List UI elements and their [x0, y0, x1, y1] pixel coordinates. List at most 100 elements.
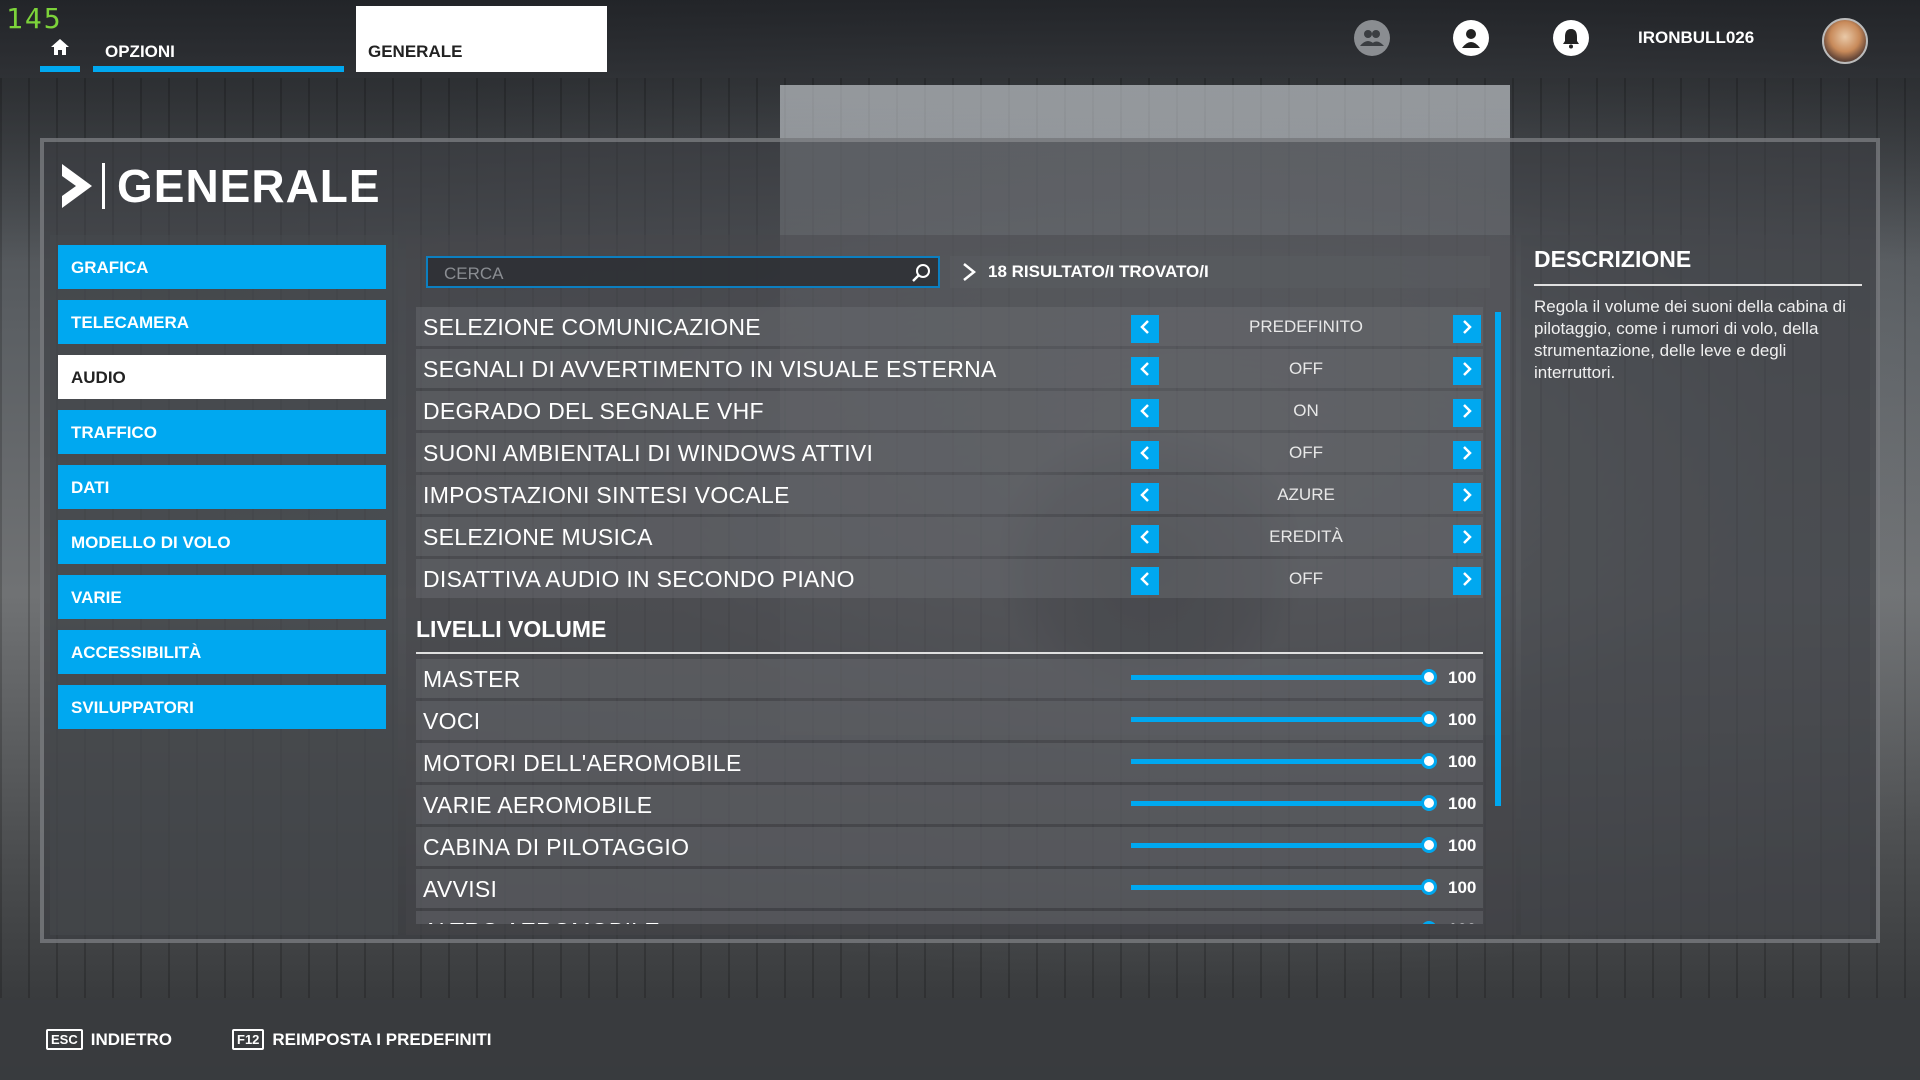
scrollbar[interactable]: [1495, 312, 1501, 806]
esc-key-icon: ESC: [46, 1029, 83, 1050]
chevron-right-icon: [1462, 571, 1472, 591]
volume-slider-track[interactable]: [1131, 801, 1431, 806]
option-row[interactable]: SELEZIONE MUSICA EREDITÀ: [416, 517, 1483, 556]
volume-slider-track[interactable]: [1131, 717, 1431, 722]
volume-slider-handle[interactable]: [1421, 669, 1437, 685]
chevron-left-icon: [1140, 571, 1150, 591]
fps-counter: 145: [6, 2, 63, 35]
volume-slider-handle[interactable]: [1421, 879, 1437, 895]
previous-value-button[interactable]: [1131, 315, 1159, 343]
description-title: DESCRIZIONE: [1534, 246, 1862, 286]
option-value: OFF: [1289, 569, 1323, 588]
reset-defaults-button[interactable]: F12 REIMPOSTA I PREDEFINITI: [232, 1029, 492, 1050]
sidebar-item-label: GRAFICA: [71, 258, 149, 277]
chevron-right-icon: [62, 164, 92, 208]
page-title: GENERALE: [117, 160, 381, 212]
volume-slider-handle[interactable]: [1421, 753, 1437, 769]
volume-slider-row[interactable]: VARIE AEROMOBILE 100: [416, 785, 1483, 824]
option-row[interactable]: SEGNALI DI AVVERTIMENTO IN VISUALE ESTER…: [416, 349, 1483, 388]
sidebar: GRAFICA TELECAMERA AUDIO TRAFFICO DATI MODELL…: [50, 235, 398, 935]
sidebar-item-sviluppatori[interactable]: SVILUPPATORI: [58, 685, 386, 729]
friends-button[interactable]: [1354, 20, 1390, 56]
results-text: 18 RISULTATO/I TROVATO/I: [988, 262, 1209, 281]
tab-generale[interactable]: GENERALE: [356, 6, 607, 72]
previous-value-button[interactable]: [1131, 399, 1159, 427]
volume-label: AVVISI: [423, 876, 498, 902]
volume-value: 100: [1448, 878, 1477, 897]
previous-value-button[interactable]: [1131, 567, 1159, 595]
description-body: Regola il volume dei suoni della cabina …: [1534, 297, 1846, 382]
sidebar-item-telecamera[interactable]: TELECAMERA: [58, 300, 386, 344]
previous-value-button[interactable]: [1131, 357, 1159, 385]
chevron-right-icon: [1462, 487, 1472, 507]
previous-value-button[interactable]: [1131, 441, 1159, 469]
volume-slider-row[interactable]: MOTORI DELL'AEROMOBILE 100: [416, 743, 1483, 782]
option-value: ON: [1293, 401, 1319, 420]
volume-slider-track[interactable]: [1131, 885, 1431, 890]
next-value-button[interactable]: [1453, 399, 1481, 427]
volume-slider-row[interactable]: MASTER 100: [416, 659, 1483, 698]
option-row[interactable]: IMPOSTAZIONI SINTESI VOCALE AZURE: [416, 475, 1483, 514]
next-value-button[interactable]: [1453, 357, 1481, 385]
search-input[interactable]: CERCA: [426, 256, 940, 288]
sidebar-item-audio[interactable]: AUDIO: [58, 355, 386, 399]
sidebar-item-traffico[interactable]: TRAFFICO: [58, 410, 386, 454]
next-value-button[interactable]: [1453, 483, 1481, 511]
next-value-button[interactable]: [1453, 567, 1481, 595]
option-label: DEGRADO DEL SEGNALE VHF: [423, 398, 764, 424]
volume-slider-row[interactable]: ALTRO AEROMOBILE 100: [416, 911, 1483, 924]
option-row[interactable]: DEGRADO DEL SEGNALE VHF ON: [416, 391, 1483, 430]
option-row[interactable]: DISATTIVA AUDIO IN SECONDO PIANO OFF: [416, 559, 1483, 598]
sidebar-item-modello-di-volo[interactable]: MODELLO DI VOLO: [58, 520, 386, 564]
option-row[interactable]: SUONI AMBIENTALI DI WINDOWS ATTIVI OFF: [416, 433, 1483, 472]
sidebar-item-varie[interactable]: VARIE: [58, 575, 386, 619]
option-value: PREDEFINITO: [1249, 317, 1363, 336]
option-row[interactable]: SELEZIONE COMUNICAZIONE PREDEFINITO: [416, 307, 1483, 346]
next-value-button[interactable]: [1453, 441, 1481, 469]
home-button[interactable]: [40, 38, 80, 72]
volume-slider-track[interactable]: [1131, 675, 1431, 680]
chevron-left-icon: [1140, 445, 1150, 465]
previous-value-button[interactable]: [1131, 525, 1159, 553]
notifications-button[interactable]: [1553, 20, 1589, 56]
volume-slider-track[interactable]: [1131, 759, 1431, 764]
home-icon: [51, 39, 69, 55]
option-value: EREDITÀ: [1269, 527, 1343, 546]
volume-slider-track[interactable]: [1131, 843, 1431, 848]
option-value: OFF: [1289, 443, 1323, 462]
next-value-button[interactable]: [1453, 525, 1481, 553]
volume-slider-row[interactable]: AVVISI 100: [416, 869, 1483, 908]
avatar[interactable]: [1822, 18, 1868, 64]
volume-slider-handle[interactable]: [1421, 921, 1437, 924]
sidebar-item-accessibilità[interactable]: ACCESSIBILITÀ: [58, 630, 386, 674]
chevron-right-icon: [1462, 319, 1472, 339]
friends-icon: [1360, 30, 1384, 46]
sidebar-item-grafica[interactable]: GRAFICA: [58, 245, 386, 289]
title-divider: [102, 163, 105, 209]
volume-label: VOCI: [423, 708, 481, 734]
volume-slider-row[interactable]: CABINA DI PILOTAGGIO 100: [416, 827, 1483, 866]
search-icon[interactable]: [910, 262, 932, 284]
sidebar-item-label: AUDIO: [71, 368, 126, 387]
next-value-button[interactable]: [1453, 315, 1481, 343]
option-label: DISATTIVA AUDIO IN SECONDO PIANO: [423, 566, 855, 592]
chevron-left-icon: [1140, 403, 1150, 423]
volume-slider-handle[interactable]: [1421, 837, 1437, 853]
volume-slider-handle[interactable]: [1421, 711, 1437, 727]
search-placeholder: CERCA: [444, 264, 504, 283]
back-button[interactable]: ESC INDIETRO: [46, 1029, 172, 1050]
previous-value-button[interactable]: [1131, 483, 1159, 511]
option-label: IMPOSTAZIONI SINTESI VOCALE: [423, 482, 790, 508]
volume-slider-row[interactable]: VOCI 100: [416, 701, 1483, 740]
volume-value: 100: [1448, 668, 1477, 687]
option-label: SELEZIONE MUSICA: [423, 524, 653, 550]
chevron-right-icon: [1462, 403, 1472, 423]
volume-value: 100: [1448, 836, 1477, 855]
chevron-left-icon: [1140, 361, 1150, 381]
profile-button[interactable]: [1453, 20, 1489, 56]
search-results-count: 18 RISULTATO/I TROVATO/I: [950, 256, 1490, 288]
option-label: SEGNALI DI AVVERTIMENTO IN VISUALE ESTER…: [423, 356, 997, 382]
sidebar-item-dati[interactable]: DATI: [58, 465, 386, 509]
tab-opzioni[interactable]: OPZIONI: [93, 38, 344, 72]
volume-slider-handle[interactable]: [1421, 795, 1437, 811]
